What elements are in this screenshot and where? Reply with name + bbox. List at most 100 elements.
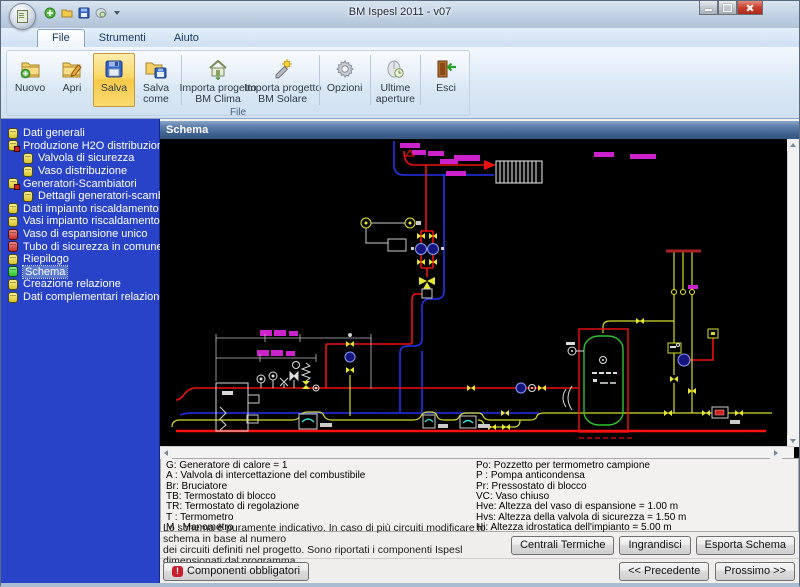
sidebar-item-label: Tubo di sicurezza in comune xyxy=(23,241,163,253)
sidebar-item-label: Generatori-Scambiatori xyxy=(23,178,137,190)
scroll-up-icon[interactable] xyxy=(787,139,799,151)
child-mark-icon xyxy=(14,184,20,190)
required-components-button[interactable]: ! Componenti obbligatori xyxy=(163,562,309,581)
scroll-right-icon[interactable] xyxy=(770,447,782,459)
sidebar-item-generatori-scambiatori[interactable]: Generatori-Scambiatori xyxy=(1,177,159,190)
ribbon-button-importa-progetto-bm-solare[interactable]: Importa progettoBM Solare xyxy=(250,53,315,107)
note-row: Lo schema è puramente indicativo. In cas… xyxy=(160,532,799,559)
bottom-bar: ! Componenti obbligatori << Precedente P… xyxy=(160,559,799,583)
ribbon-button-label: Opzioni xyxy=(327,83,363,94)
yellow-node-icon xyxy=(8,140,18,151)
ribbon-tabs: FileStrumentiAiuto xyxy=(1,28,799,48)
sidebar-item-label: Vaso distribuzione xyxy=(38,165,127,177)
yellow-node-icon xyxy=(23,191,33,202)
ribbon-button-label: Apri xyxy=(63,83,82,94)
sidebar-item-riepilogo[interactable]: Riepilogo xyxy=(1,253,159,266)
ribbon-button-label: Salvacome xyxy=(143,83,169,105)
pump-icon xyxy=(678,354,690,366)
minimize-button[interactable] xyxy=(699,1,718,15)
pump-icon xyxy=(345,352,355,362)
exit-icon xyxy=(434,57,458,81)
red-node-icon xyxy=(8,241,18,252)
ribbon-separator xyxy=(319,55,320,105)
sidebar-item-valvola-di-sicurezza[interactable]: Valvola di sicurezza xyxy=(1,152,159,165)
schema-diagram xyxy=(160,139,782,447)
app-window: BM Ispesl 2011 - v07 FileStrumentiAiuto … xyxy=(0,0,800,586)
ribbon-button-label: Ultimeaperture xyxy=(376,83,415,105)
window-title: BM Ispesl 2011 - v07 xyxy=(1,6,799,18)
ribbon-button-opzioni[interactable]: Opzioni xyxy=(324,53,366,107)
window-frame-bottom xyxy=(1,583,799,587)
ribbon-button-salva-come[interactable]: Salvacome xyxy=(135,53,177,107)
previous-button[interactable]: << Precedente xyxy=(619,562,709,581)
ribbon-button-label: Nuovo xyxy=(15,83,45,94)
ribbon-button-salva[interactable]: Salva xyxy=(93,53,135,107)
recent-icon xyxy=(383,57,407,81)
sidebar-item-label: Dati generali xyxy=(23,127,85,139)
ribbon-button-nuovo[interactable]: Nuovo xyxy=(9,53,51,107)
horizontal-scrollbar[interactable] xyxy=(160,446,794,458)
yellow-node-icon xyxy=(23,166,33,177)
sidebar-item-dettagli-generatori-scambiatori[interactable]: Dettagli generatori-scambiatori xyxy=(1,190,159,203)
ribbon-group-file: Nuovo Apri Salva Salvacome Importa progettoB… xyxy=(6,50,470,116)
sidebar-item-tubo-di-sicurezza-in-comune[interactable]: Tubo di sicurezza in comune xyxy=(1,240,159,253)
sidebar-item-label: Creazione relazione xyxy=(23,278,121,290)
close-button[interactable] xyxy=(737,1,763,15)
folder-open-icon xyxy=(60,57,84,81)
gear-icon xyxy=(333,57,357,81)
pump-icon xyxy=(428,244,439,255)
tab-file[interactable]: File xyxy=(37,29,85,47)
content-panel: Schema xyxy=(160,119,799,583)
sidebar-item-vasi-impianto-riscaldamento[interactable]: Vasi impianto riscaldamento xyxy=(1,215,159,228)
sidebar-item-label: Valvola di sicurezza xyxy=(38,152,134,164)
tab-strumenti[interactable]: Strumenti xyxy=(85,30,160,47)
sidebar-item-label: Schema xyxy=(23,266,67,278)
yellow-node-icon xyxy=(8,254,18,265)
solar-icon xyxy=(271,57,295,81)
sidebar-item-vaso-di-espansione-unico[interactable]: Vaso di espansione unico xyxy=(1,228,159,241)
sidebar-item-label: Produzione H2O distribuzione xyxy=(23,140,169,152)
tab-aiuto[interactable]: Aiuto xyxy=(160,30,213,47)
ribbon-button-label: Salva xyxy=(101,83,127,94)
yellow-node-icon xyxy=(8,128,18,139)
ribbon-button-apri[interactable]: Apri xyxy=(51,53,93,107)
scroll-left-icon[interactable] xyxy=(160,447,172,459)
yellow-node-icon xyxy=(8,203,18,214)
pump-icon xyxy=(516,383,526,393)
sidebar-item-dati-impianto-riscaldamento[interactable]: Dati impianto riscaldamento xyxy=(1,203,159,216)
pump-icon xyxy=(416,244,427,255)
sidebar-item-dati-complementari-relazione[interactable]: Dati complementari relazione xyxy=(1,291,159,304)
ribbon-button-ultime-aperture[interactable]: Ultimeaperture xyxy=(374,53,416,107)
sidebar-item-label: Dati complementari relazione xyxy=(23,291,165,303)
ribbon-button-esci[interactable]: Esci xyxy=(425,53,467,107)
legend-line: TR: Termostato di regolazione xyxy=(166,502,471,512)
ribbon-button-label: Esci xyxy=(436,83,456,94)
schema-legend: G: Generatore di calore = 1A : Valvola d… xyxy=(160,458,799,532)
centrali-termiche-button[interactable]: Centrali Termiche xyxy=(511,536,614,555)
esporta-schema-button[interactable]: Esporta Schema xyxy=(696,536,795,555)
yellow-node-icon xyxy=(23,153,33,164)
sidebar-item-creazione-relazione[interactable]: Creazione relazione xyxy=(1,278,159,291)
schema-section-header: Schema xyxy=(160,121,799,139)
sidebar-item-label: Vaso di espansione unico xyxy=(23,228,148,240)
sidebar-item-label: Dati impianto riscaldamento xyxy=(23,203,159,215)
yellow-node-icon xyxy=(8,292,18,303)
ribbon-button-label: Importa progettoBM Solare xyxy=(244,83,321,105)
floppy-as-icon xyxy=(144,57,168,81)
sidebar-item-schema[interactable]: Schema xyxy=(1,266,159,279)
floppy-icon xyxy=(102,57,126,81)
vertical-scrollbar[interactable] xyxy=(787,139,799,447)
next-button[interactable]: Prossimo >> xyxy=(715,562,795,581)
schema-canvas xyxy=(160,139,799,458)
ingrandisci-button[interactable]: Ingrandisci xyxy=(619,536,690,555)
ribbon-button-importa-progetto-bm-clima[interactable]: Importa progettoBM Clima xyxy=(186,53,251,107)
title-bar: BM Ispesl 2011 - v07 xyxy=(1,1,799,28)
sidebar-item-vaso-distribuzione[interactable]: Vaso distribuzione xyxy=(1,165,159,178)
navigation-tree: Dati generaliProduzione H2O distribuzion… xyxy=(1,119,160,583)
safety-group-component xyxy=(668,343,681,353)
maximize-button[interactable] xyxy=(718,1,737,15)
ribbon: Nuovo Apri Salva Salvacome Importa progettoB… xyxy=(1,48,799,119)
sidebar-item-dati-generali[interactable]: Dati generali xyxy=(1,127,159,140)
sidebar-item-produzione-h2o-distribuzione[interactable]: Produzione H2O distribuzione xyxy=(1,140,159,153)
sidebar-item-label: Riepilogo xyxy=(23,253,69,265)
